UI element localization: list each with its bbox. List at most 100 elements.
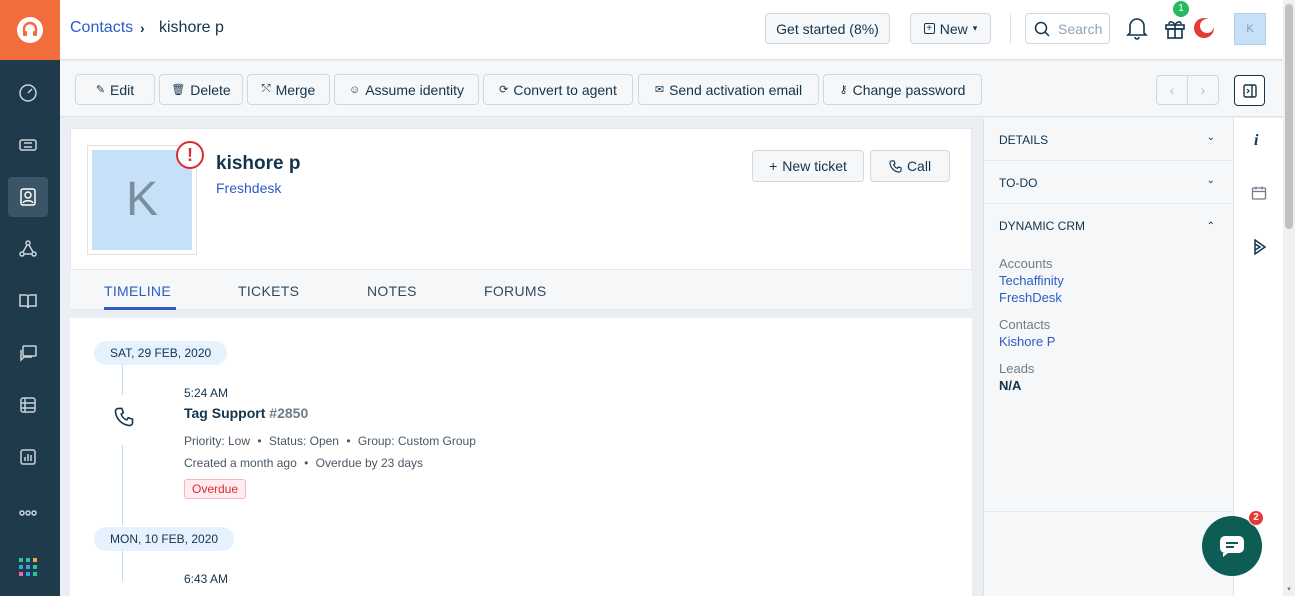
tab-forums[interactable]: FORUMS — [484, 283, 546, 299]
right-details-panel: DETAILS ⌄ TO-DO ⌄ DYNAMIC CRM ⌃ Accounts… — [983, 118, 1233, 596]
contacts-icon[interactable] — [8, 177, 48, 217]
freshdesk-logo-icon[interactable] — [0, 0, 60, 60]
contact-avatar[interactable]: K — [92, 150, 192, 250]
admin-icon[interactable] — [8, 385, 48, 425]
edit-label: Edit — [110, 81, 135, 98]
todo-section-header[interactable]: TO-DO ⌄ — [984, 161, 1233, 204]
ticket-properties: Priority: Low • Status: Open • Group: Cu… — [184, 434, 476, 448]
info-icon[interactable]: i — [1254, 132, 1258, 150]
key-icon: ⚷ — [839, 84, 848, 96]
gift-count-badge: 1 — [1173, 1, 1189, 17]
top-header: Contacts › kishore p Get started (8%) + … — [60, 0, 1295, 60]
search-placeholder: Search — [1058, 21, 1103, 37]
todo-title: TO-DO — [999, 176, 1038, 190]
tickets-icon[interactable] — [8, 125, 48, 165]
contact-company-link[interactable]: Freshdesk — [216, 180, 281, 196]
identity-icon: ☺ — [348, 83, 361, 96]
sidebar-toggle-icon — [1242, 83, 1257, 98]
plus-box-icon: + — [923, 23, 935, 34]
chevron-down-icon: ▾ — [972, 23, 978, 33]
reports-icon[interactable] — [8, 437, 48, 477]
details-title: DETAILS — [999, 133, 1049, 147]
tab-notes[interactable]: NOTES — [367, 283, 417, 299]
convert-to-agent-label: Convert to agent — [513, 81, 617, 98]
crm-leads-value: N/A — [999, 378, 1022, 393]
send-activation-email-label: Send activation email — [669, 81, 803, 98]
ticket-created: Created a month ago — [184, 456, 297, 470]
convert-to-agent-button[interactable]: ⟳ Convert to agent — [483, 74, 633, 105]
separator-dot: • — [304, 456, 309, 470]
dynamics-crm-icon[interactable] — [1253, 239, 1267, 255]
breadcrumb-current: kishore p — [159, 19, 224, 36]
phone-icon — [889, 159, 902, 173]
crm-account-link[interactable]: FreshDesk — [999, 290, 1062, 305]
contact-action-toolbar: ✎ Edit 🗑︎ Delete ⤲ Merge ☺ Assume identity ⟳… — [60, 61, 1283, 117]
crm-contact-link[interactable]: Kishore P — [999, 334, 1055, 349]
send-activation-email-button[interactable]: ✉ Send activation email — [638, 74, 819, 105]
merge-icon: ⤲ — [261, 83, 271, 95]
new-ticket-button[interactable]: + New ticket — [752, 150, 864, 182]
ticket-group: Group: Custom Group — [357, 434, 476, 448]
delete-label: Delete — [190, 81, 231, 98]
chevron-up-icon: ⌃ — [1206, 221, 1215, 232]
ticket-status: Status: Open — [268, 434, 339, 448]
merge-button[interactable]: ⤲ Merge — [247, 74, 330, 105]
groups-icon[interactable] — [8, 229, 48, 269]
dashboard-icon[interactable] — [8, 73, 48, 113]
forums-icon[interactable] — [8, 333, 48, 373]
next-contact-button[interactable]: › — [1187, 75, 1219, 105]
ticket-subject[interactable]: Tag Support — [184, 405, 265, 421]
status-moon-icon[interactable] — [1193, 17, 1215, 39]
phone-call-icon — [114, 407, 134, 427]
delete-button[interactable]: 🗑︎ Delete — [159, 74, 243, 105]
crm-contacts-label: Contacts — [999, 317, 1051, 332]
details-section-header[interactable]: DETAILS ⌄ — [984, 118, 1233, 161]
alert-warning-icon[interactable]: ! — [176, 141, 204, 169]
call-label: Call — [906, 158, 932, 174]
chat-bubble-icon — [1220, 536, 1244, 557]
timeline-panel: SAT, 29 FEB, 2020 5:24 AM Tag Support #2… — [70, 318, 972, 596]
scrollbar-thumb[interactable] — [1285, 4, 1293, 229]
timeline-connector — [122, 445, 123, 525]
scroll-down-arrow-icon[interactable]: ▾ — [1285, 585, 1293, 593]
trash-icon: 🗑︎ — [171, 84, 186, 96]
assume-identity-button[interactable]: ☺ Assume identity — [334, 74, 479, 105]
more-icon[interactable] — [8, 493, 48, 533]
panel-divider — [984, 511, 1233, 512]
solutions-icon[interactable] — [8, 281, 48, 321]
notifications-bell-icon[interactable] — [1126, 16, 1148, 40]
change-password-label: Change password — [852, 81, 966, 98]
call-button[interactable]: Call — [870, 150, 950, 182]
tab-timeline[interactable]: TIMELINE — [104, 283, 171, 299]
breadcrumb-separator-icon: › — [140, 20, 145, 36]
ticket-timing: Created a month ago • Overdue by 23 days — [184, 456, 423, 470]
change-password-button[interactable]: ⚷ Change password — [823, 74, 982, 105]
breadcrumb-contacts-link[interactable]: Contacts — [70, 19, 133, 37]
separator-dot: • — [257, 434, 262, 448]
gift-icon[interactable] — [1163, 16, 1187, 40]
ticket-priority: Priority: Low — [184, 434, 251, 448]
ticket-overdue-by: Overdue by 23 days — [315, 456, 424, 470]
previous-contact-button[interactable]: ‹ — [1156, 75, 1188, 105]
dynamic-crm-section-header[interactable]: DYNAMIC CRM ⌃ — [984, 204, 1233, 247]
separator-dot: • — [346, 434, 351, 448]
chevron-down-icon: ⌄ — [1206, 175, 1215, 186]
apps-grid-icon[interactable] — [8, 547, 48, 587]
timeline-connector — [122, 365, 123, 395]
chat-unread-badge: 2 — [1248, 510, 1264, 526]
crm-accounts-label: Accounts — [999, 256, 1053, 271]
refresh-icon: ⟳ — [499, 84, 509, 96]
new-dropdown-button[interactable]: + New ▾ — [910, 13, 991, 44]
toggle-sidebar-button[interactable] — [1234, 75, 1265, 106]
get-started-button[interactable]: Get started (8%) — [765, 13, 890, 44]
calendar-icon[interactable] — [1251, 185, 1267, 201]
user-avatar[interactable]: K — [1234, 13, 1266, 45]
timeline-connector — [122, 551, 123, 581]
left-navigation — [0, 0, 60, 596]
timeline-ticket-title[interactable]: Tag Support #2850 — [184, 405, 308, 421]
tab-tickets[interactable]: TICKETS — [238, 283, 299, 299]
edit-button[interactable]: ✎ Edit — [75, 74, 155, 105]
timeline-date-pill: SAT, 29 FEB, 2020 — [94, 341, 228, 365]
search-box[interactable]: Search — [1025, 13, 1110, 44]
crm-account-link[interactable]: Techaffinity — [999, 273, 1064, 288]
